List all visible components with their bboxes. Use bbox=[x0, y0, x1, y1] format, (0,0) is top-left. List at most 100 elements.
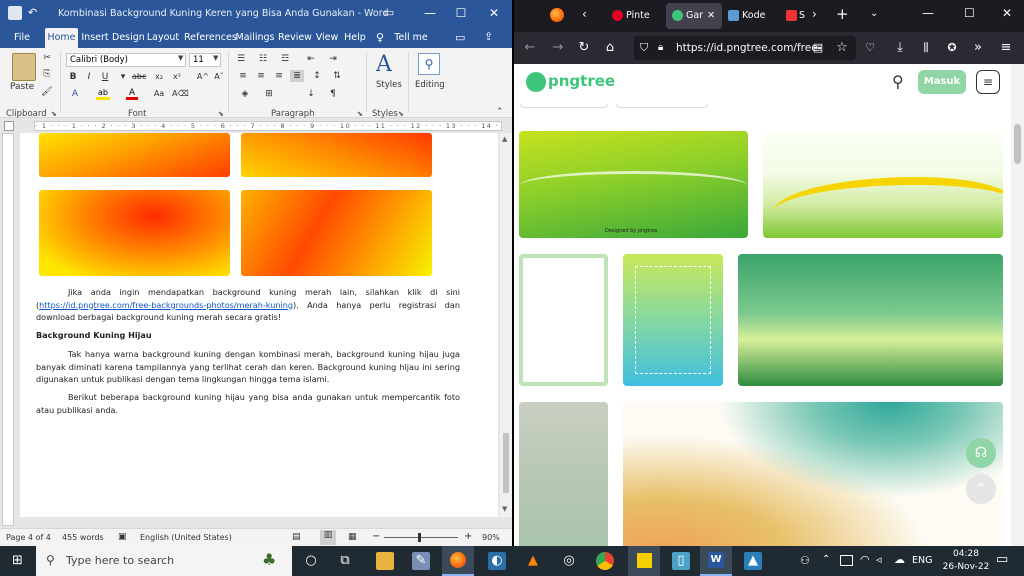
multilevel-list-icon[interactable]: ☲ bbox=[278, 53, 292, 65]
numbering-icon[interactable]: ☷ bbox=[256, 53, 270, 65]
thumbnail-soft-watercolor[interactable] bbox=[519, 402, 608, 546]
tab-pinterest[interactable]: Pinte bbox=[612, 3, 660, 29]
underline-icon[interactable]: U bbox=[98, 71, 112, 83]
tab-insert[interactable]: Insert bbox=[80, 28, 110, 48]
copy-icon[interactable]: ⎘ bbox=[40, 68, 54, 80]
change-case-icon[interactable]: Aa bbox=[152, 88, 166, 100]
notepad-icon[interactable]: ▯ bbox=[672, 552, 690, 570]
tab-pngtree-active[interactable]: Gar ✕ bbox=[666, 3, 722, 29]
extension-icon[interactable]: ✪ bbox=[944, 40, 960, 56]
web-layout-icon[interactable]: ▦ bbox=[348, 532, 357, 542]
tab-layout[interactable]: Layout bbox=[146, 28, 180, 48]
pocket-icon[interactable]: ♡ bbox=[862, 40, 878, 56]
tab-scroll-left-icon[interactable]: ‹ bbox=[582, 7, 587, 21]
tell-me-search[interactable]: Tell me bbox=[394, 28, 428, 48]
firefox-vertical-scrollbar[interactable] bbox=[1011, 64, 1024, 546]
bullets-icon[interactable]: ☰ bbox=[234, 53, 248, 65]
cut-icon[interactable]: ✂ bbox=[40, 52, 54, 64]
windows-start-icon[interactable]: ⊞ bbox=[12, 554, 26, 568]
home-icon[interactable]: ⌂ bbox=[602, 40, 618, 56]
zoom-slider-thumb[interactable] bbox=[418, 533, 421, 542]
close-tab-icon[interactable]: ✕ bbox=[707, 10, 715, 21]
scroll-thumb[interactable] bbox=[503, 433, 509, 493]
chevron-down-icon[interactable]: ▼ bbox=[178, 54, 183, 62]
search-icon[interactable]: ⚲ bbox=[892, 72, 904, 91]
align-right-icon[interactable]: ≡ bbox=[272, 70, 286, 82]
clock-time[interactable]: 04:28 bbox=[946, 549, 986, 559]
font-name-select[interactable]: Calibri (Body) bbox=[66, 53, 186, 67]
vlc-icon[interactable]: ▲ bbox=[524, 552, 542, 570]
page-count[interactable]: Page 4 of 4 bbox=[6, 533, 51, 542]
paste-button[interactable]: Paste bbox=[10, 82, 34, 92]
ribbon-display-options-icon[interactable]: ▭ bbox=[373, 0, 405, 28]
clear-formatting-icon[interactable]: A⌫ bbox=[172, 88, 189, 100]
menu-icon[interactable]: ≡ bbox=[976, 70, 1000, 94]
minimize-button[interactable]: — bbox=[414, 0, 446, 28]
thumbnail-gradient-frame[interactable] bbox=[623, 254, 723, 386]
comments-icon[interactable]: ▭ bbox=[455, 31, 465, 44]
undo-icon[interactable]: ↶ bbox=[28, 6, 37, 19]
word-vertical-scrollbar[interactable]: ▲ ▼ bbox=[500, 133, 512, 517]
bookmark-star-icon[interactable]: ☆ bbox=[834, 40, 850, 56]
tab-home[interactable]: Home bbox=[45, 28, 78, 48]
focus-icon[interactable]: ▤ bbox=[292, 532, 301, 542]
paragraph-launcher-icon[interactable]: ⬊ bbox=[357, 110, 363, 118]
overflow-menu-icon[interactable]: » bbox=[970, 40, 986, 56]
tab-scroll-right-icon[interactable]: › bbox=[812, 7, 817, 21]
back-to-top-icon[interactable]: ⌃ bbox=[966, 474, 996, 504]
share-icon[interactable]: ⇪ bbox=[484, 30, 493, 43]
editing-button[interactable]: Editing bbox=[415, 80, 445, 90]
wifi-icon[interactable]: ◠ bbox=[860, 553, 870, 566]
firefox-icon[interactable] bbox=[550, 8, 564, 22]
minimize-button[interactable]: — bbox=[922, 6, 934, 20]
input-language[interactable]: ENG bbox=[912, 555, 932, 566]
downloads-icon[interactable]: ⤓ bbox=[892, 40, 908, 56]
task-view-icon[interactable]: ⧉ bbox=[336, 552, 354, 570]
word-count[interactable]: 455 words bbox=[62, 533, 104, 542]
styles-icon[interactable]: A bbox=[376, 52, 392, 77]
print-layout-icon[interactable]: ▥ bbox=[320, 530, 336, 545]
tab-selector-icon[interactable] bbox=[4, 121, 14, 131]
format-painter-icon[interactable]: 🖌 bbox=[40, 86, 54, 98]
close-button[interactable]: ✕ bbox=[1002, 6, 1012, 20]
collapse-ribbon-icon[interactable]: ⌃ bbox=[496, 107, 504, 117]
decrease-indent-icon[interactable]: ⇤ bbox=[304, 53, 318, 65]
clock-date[interactable]: 26-Nov-22 bbox=[940, 562, 992, 572]
zoom-in-icon[interactable]: + bbox=[464, 531, 472, 542]
tab-help[interactable]: Help bbox=[342, 28, 368, 48]
app-menu-icon[interactable]: ≡ bbox=[998, 40, 1014, 56]
strikethrough-icon[interactable]: abc bbox=[132, 71, 146, 83]
taskbar-search-box[interactable]: ⚲ Type here to search ♣ bbox=[36, 546, 292, 576]
zoom-out-icon[interactable]: − bbox=[372, 531, 380, 542]
styles-launcher-icon[interactable]: ⬊ bbox=[398, 110, 404, 118]
back-icon[interactable]: ← bbox=[522, 40, 538, 56]
url-text[interactable]: https://id.pngtree.com/free- bbox=[676, 36, 821, 60]
app-icon[interactable]: ✎ bbox=[412, 552, 430, 570]
zoom-slider[interactable] bbox=[384, 537, 458, 538]
justify-icon[interactable]: ≣ bbox=[290, 70, 304, 82]
tab-s[interactable]: S bbox=[786, 3, 806, 29]
cortana-icon[interactable]: ○ bbox=[302, 552, 320, 570]
sort-az-icon[interactable]: ↓ bbox=[304, 88, 318, 100]
shield-icon[interactable]: ⛉ bbox=[640, 36, 648, 60]
battery-icon[interactable] bbox=[840, 555, 853, 566]
reload-icon[interactable]: ↻ bbox=[576, 40, 592, 56]
paint-icon[interactable]: ◐ bbox=[488, 552, 506, 570]
proofing-icon[interactable]: ▣ bbox=[118, 532, 127, 542]
photos-icon[interactable]: ▲ bbox=[744, 552, 762, 570]
subscript-icon[interactable]: x₂ bbox=[152, 71, 166, 83]
thumbnail-green-landscape-wave[interactable] bbox=[738, 254, 1003, 386]
text-effects-icon[interactable]: A bbox=[68, 88, 82, 100]
tab-file[interactable]: File bbox=[8, 28, 36, 48]
scroll-thumb[interactable] bbox=[1014, 124, 1021, 164]
onedrive-icon[interactable]: ☁ bbox=[894, 553, 905, 566]
thumbnail-green-yellow-wave[interactable]: Designed by pngtree bbox=[519, 131, 748, 238]
borders-icon[interactable]: ⊞ bbox=[262, 88, 276, 100]
pngtree-logo-icon[interactable] bbox=[526, 72, 546, 92]
chrome-icon[interactable] bbox=[596, 552, 614, 570]
shading-icon[interactable]: ◈ bbox=[238, 88, 252, 100]
bold-icon[interactable]: B bbox=[66, 71, 80, 83]
increase-indent-icon[interactable]: ⇥ bbox=[326, 53, 340, 65]
reader-view-icon[interactable]: ▤ bbox=[810, 40, 826, 56]
forward-icon[interactable]: → bbox=[550, 40, 566, 56]
